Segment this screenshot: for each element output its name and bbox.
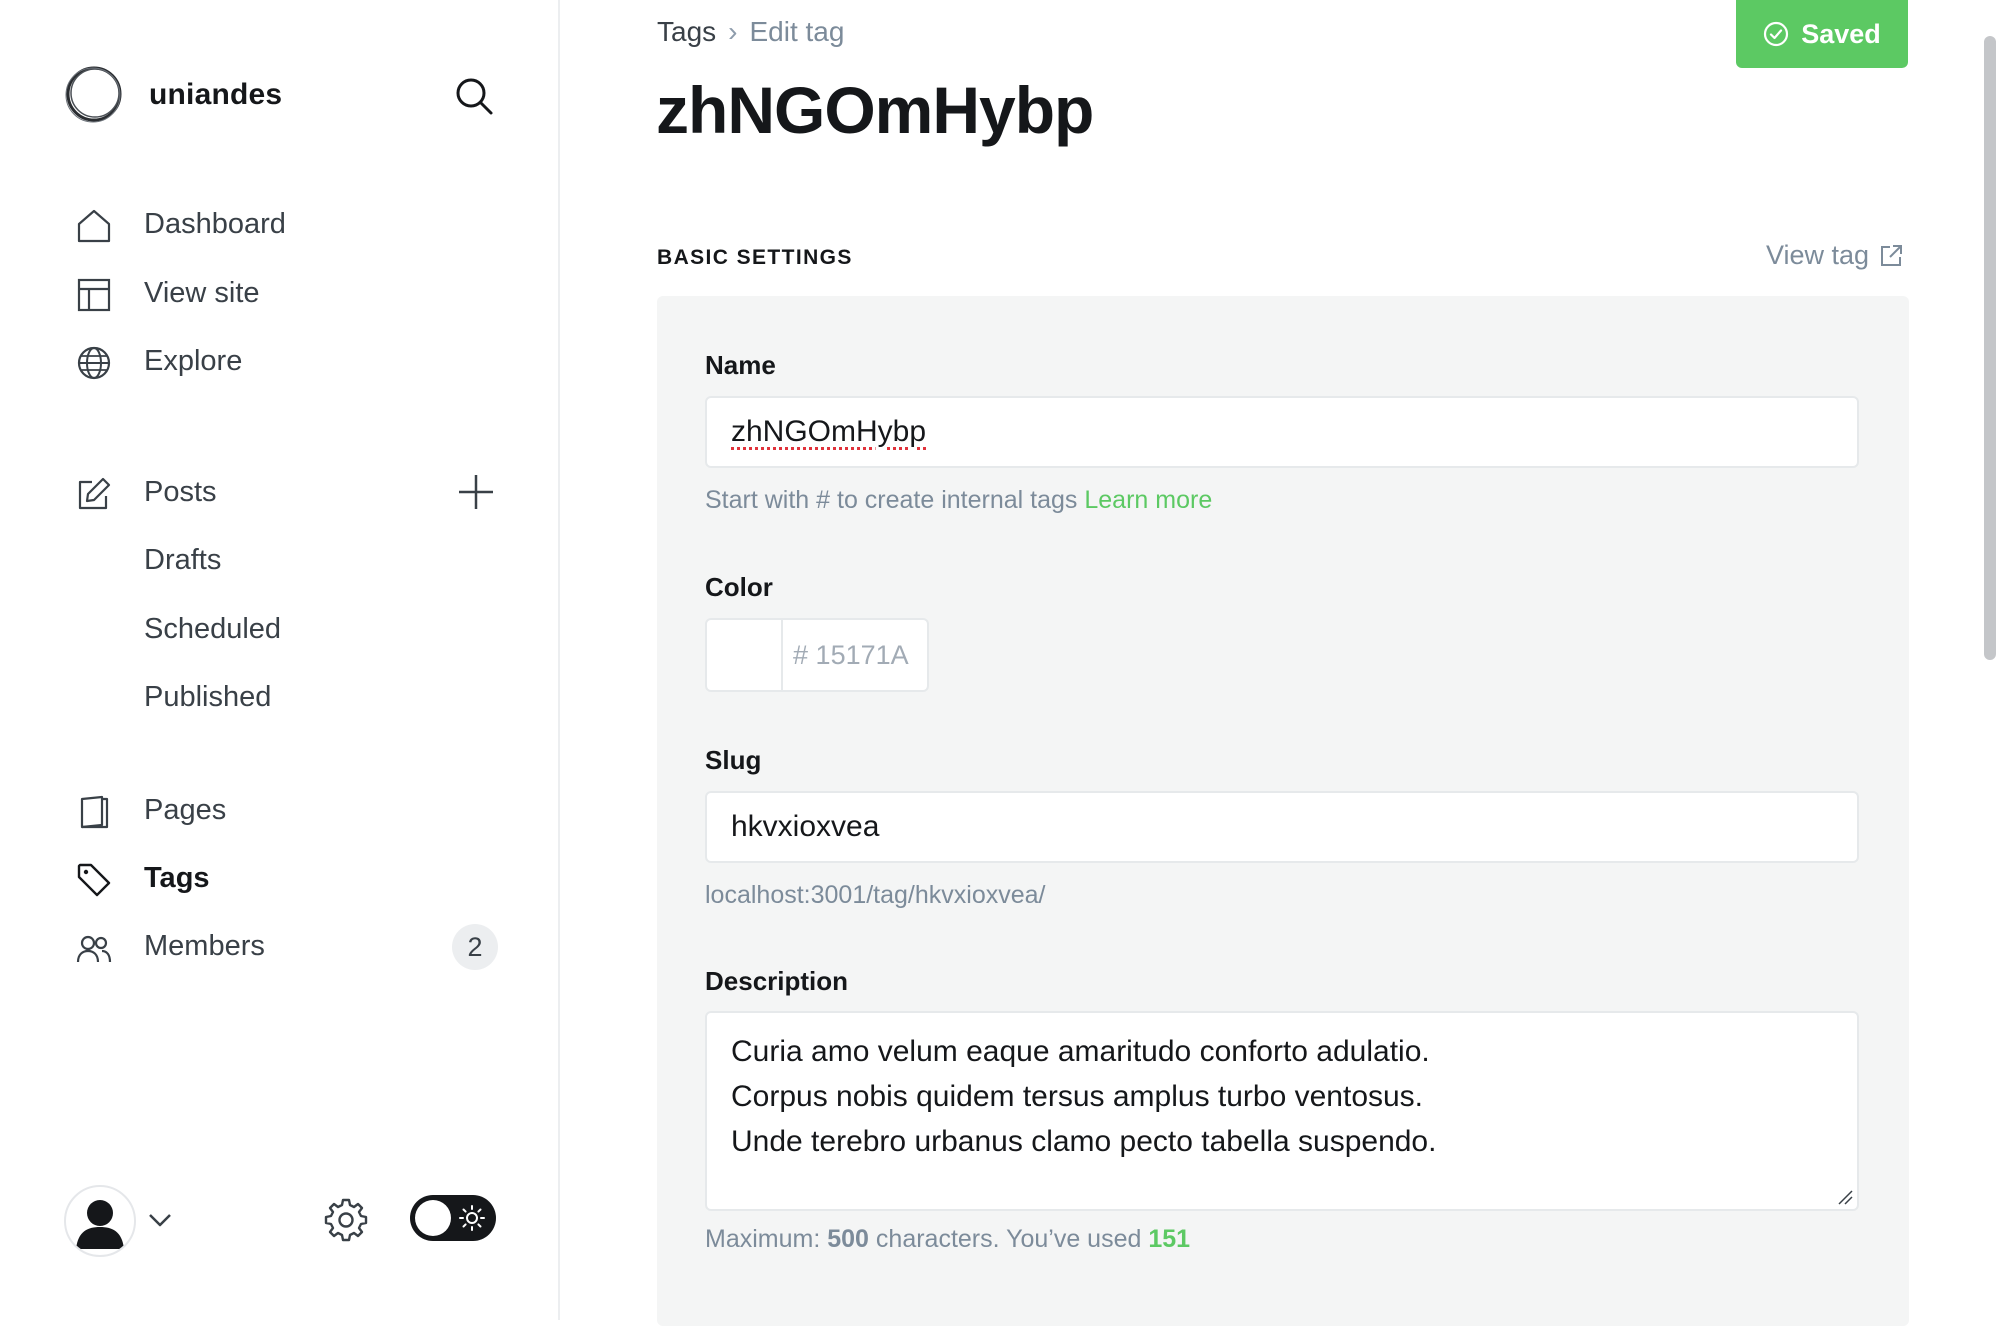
nav-explore[interactable]: Explore: [74, 335, 504, 391]
dark-mode-toggle[interactable]: [410, 1195, 496, 1241]
nav-pages[interactable]: Pages: [74, 784, 504, 840]
tag-icon: [77, 863, 111, 897]
slug-url: localhost:3001/tag/hkvxioxvea/: [705, 881, 1046, 909]
members-count-badge: 2: [452, 924, 498, 970]
nav-label: Pages: [144, 794, 227, 826]
color-picker[interactable]: # 15171A: [705, 618, 929, 692]
nav-view-site[interactable]: View site: [74, 267, 504, 323]
user-avatar-icon: [76, 1200, 124, 1249]
name-label: Name: [705, 350, 776, 380]
slug-label: Slug: [705, 745, 762, 775]
nav-label: Explore: [144, 345, 243, 377]
color-hash: #: [793, 640, 809, 670]
slug-input[interactable]: hkvxioxvea: [705, 791, 1859, 863]
count-middle: characters. You’ve used: [875, 1225, 1142, 1253]
scrollbar[interactable]: [1984, 36, 1996, 660]
saved-button-label: Saved: [1801, 18, 1881, 49]
view-tag-link[interactable]: View tag: [1766, 240, 1903, 271]
description-line: Curia amo velum eaque amaritudo conforto…: [731, 1035, 1430, 1068]
sun-icon: [459, 1205, 485, 1231]
count-prefix: Maximum:: [705, 1225, 821, 1253]
breadcrumb-current: Edit tag: [749, 16, 845, 47]
name-hint: Start with # to create internal tags Lea…: [705, 486, 1212, 515]
description-label: Description: [705, 966, 849, 996]
count-max: 500: [827, 1225, 869, 1253]
description-textarea[interactable]: Curia amo velum eaque amaritudo conforto…: [705, 1011, 1859, 1211]
home-icon: [77, 209, 111, 243]
page-icon: [80, 795, 109, 829]
breadcrumb-chevron-icon: ›: [728, 16, 738, 47]
color-label: Color: [705, 572, 773, 602]
chevron-down-icon[interactable]: [146, 1206, 174, 1234]
section-heading: BASIC SETTINGS: [657, 246, 853, 269]
external-link-icon: [1881, 244, 1903, 266]
check-circle-icon: [1764, 21, 1789, 47]
layout-icon: [77, 278, 111, 312]
breadcrumb: Tags › Edit tag: [657, 16, 844, 48]
description-line: Corpus nobis quidem tersus amplus turbo …: [731, 1080, 1424, 1113]
nav-published[interactable]: Published: [144, 681, 271, 714]
color-swatch[interactable]: [707, 620, 783, 690]
learn-more-link[interactable]: Learn more: [1084, 486, 1212, 514]
slug-input-value: hkvxioxvea: [731, 810, 880, 843]
name-input-value: zhNGOmHybp: [731, 415, 927, 448]
description-line: Unde terebro urbanus clamo pecto tabella…: [731, 1125, 1437, 1158]
edit-icon: [78, 477, 111, 510]
color-hex-input[interactable]: # 15171A: [793, 640, 909, 671]
view-tag-label: View tag: [1766, 240, 1870, 270]
saved-button[interactable]: Saved: [1736, 0, 1908, 68]
nav-drafts[interactable]: Drafts: [144, 544, 221, 577]
page-title: zhNGOmHybp: [656, 73, 1094, 147]
new-post-plus-icon[interactable]: [456, 472, 496, 512]
resize-handle-icon[interactable]: [1835, 1187, 1853, 1205]
nav-tags[interactable]: Tags: [74, 852, 504, 908]
nav-label: Tags: [144, 862, 210, 894]
nav-scheduled[interactable]: Scheduled: [144, 613, 281, 646]
name-hint-text: Start with # to create internal tags: [705, 486, 1078, 514]
nav-label: View site: [144, 277, 260, 309]
avatar[interactable]: [64, 1185, 136, 1257]
brand: uniandes: [64, 64, 534, 128]
members-icon: [76, 935, 112, 963]
breadcrumb-tags-link[interactable]: Tags: [657, 16, 716, 47]
nav-members[interactable]: Members: [74, 920, 504, 976]
nav-posts[interactable]: Posts: [74, 466, 504, 522]
count-used: 151: [1148, 1225, 1191, 1253]
search-icon[interactable]: [452, 74, 496, 118]
nav-label: Dashboard: [144, 208, 286, 240]
site-name[interactable]: uniandes: [149, 78, 282, 112]
character-count: Maximum: 500 characters. You’ve used 151: [705, 1225, 1190, 1254]
nav-label: Members: [144, 930, 265, 962]
nav-label: Posts: [144, 476, 217, 508]
toggle-knob: [415, 1200, 451, 1236]
name-input[interactable]: zhNGOmHybp: [705, 396, 1859, 468]
gear-icon[interactable]: [322, 1196, 370, 1244]
color-hex-placeholder: 15171A: [815, 640, 909, 670]
nav-dashboard[interactable]: Dashboard: [74, 198, 504, 254]
globe-icon: [77, 346, 111, 380]
site-logo-icon[interactable]: [64, 64, 124, 124]
sidebar: uniandes Dashboard View site Explore Pos…: [0, 0, 560, 1320]
